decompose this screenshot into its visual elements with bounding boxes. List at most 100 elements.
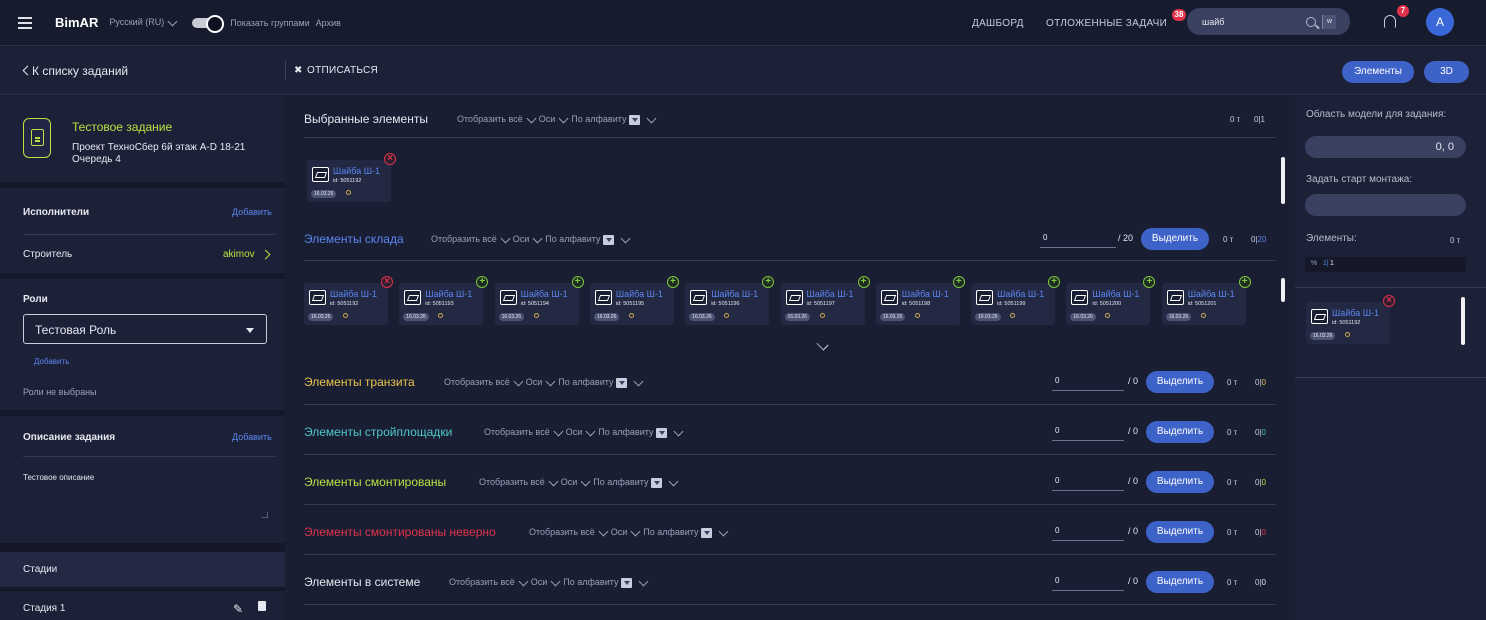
show-all-dropdown[interactable]: Отобразить всё (449, 577, 515, 587)
menu-icon[interactable] (18, 16, 32, 29)
element-card[interactable]: Шайба Ш-1 id: 5051194 16.03.26 + (494, 276, 584, 325)
axes-dropdown[interactable]: Оси (566, 427, 583, 437)
language-select[interactable]: Русский (RU) (109, 16, 180, 28)
element-name[interactable]: Шайба Ш-1 (1092, 289, 1139, 299)
element-card[interactable]: Шайба Ш-1 id: 5051192 16.03.26 × (1306, 295, 1395, 344)
show-all-dropdown[interactable]: Отобразить всё (457, 114, 523, 124)
remove-icon[interactable]: × (1383, 295, 1395, 307)
add-executor-link[interactable]: Добавить (232, 207, 272, 217)
transit-count-input[interactable]: 0 (1055, 376, 1059, 385)
show-all-dropdown[interactable]: Отобразить всё (444, 377, 510, 387)
element-card[interactable]: Шайба Ш-1 id: 5051195 16.03.26 + (589, 276, 679, 325)
element-card[interactable]: Шайба Ш-1 id: 5051196 16.03.26 + (685, 276, 775, 325)
chevron-left-icon[interactable] (22, 65, 33, 76)
element-name[interactable]: Шайба Ш-1 (902, 289, 949, 299)
in_system-count-input[interactable]: 0 (1055, 576, 1059, 585)
sort-dropdown[interactable]: По алфавиту (558, 377, 613, 387)
remove-icon[interactable]: × (381, 276, 393, 288)
in_system-select-button[interactable]: Выделить (1146, 571, 1214, 593)
scrollbar[interactable] (1281, 157, 1285, 204)
element-card[interactable]: Шайба Ш-1 id: 5051199 16.03.26 + (971, 276, 1061, 325)
axes-dropdown[interactable]: Оси (539, 114, 556, 124)
mounted_wrong-count-input[interactable]: 0 (1055, 526, 1059, 535)
element-card[interactable]: Шайба Ш-1 id: 5051197 16.03.26 + (780, 276, 870, 325)
add-icon[interactable]: + (571, 276, 584, 288)
edit-icon[interactable]: ✎ (233, 602, 243, 616)
app-name[interactable]: BimAR (55, 15, 98, 30)
unsubscribe-button[interactable]: ОТПИСАТЬСЯ (307, 65, 378, 76)
add-icon[interactable]: + (1048, 276, 1061, 288)
element-name[interactable]: Шайба Ш-1 (807, 289, 854, 299)
show-all-dropdown[interactable]: Отобразить всё (484, 427, 550, 437)
role-select[interactable]: Тестовая Роль (23, 314, 267, 344)
nav-dashboard[interactable]: ДАШБОРД (972, 18, 1024, 29)
sort-dropdown[interactable]: По алфавиту (571, 114, 626, 124)
sort-checkbox[interactable] (656, 427, 668, 438)
group-toggle[interactable] (192, 14, 225, 33)
sort-dropdown[interactable]: По алфавиту (643, 527, 698, 537)
add-icon[interactable]: + (666, 276, 679, 288)
sort-checkbox[interactable] (603, 234, 615, 245)
sort-checkbox[interactable] (651, 477, 663, 488)
axes-dropdown[interactable]: Оси (561, 477, 578, 487)
scrollbar[interactable] (1281, 278, 1285, 302)
add-icon[interactable]: + (857, 276, 870, 288)
site-count-input[interactable]: 0 (1055, 426, 1059, 435)
element-card[interactable]: Шайба Ш-1 id: 5051201 16.03.26 + (1161, 276, 1251, 325)
avatar[interactable]: A (1426, 8, 1454, 36)
sort-dropdown[interactable]: По алфавиту (563, 577, 618, 587)
show-all-dropdown[interactable]: Отобразить всё (479, 477, 545, 487)
mounted-count-input[interactable]: 0 (1055, 476, 1059, 485)
element-name[interactable]: Шайба Ш-1 (711, 289, 758, 299)
sort-dropdown[interactable]: По алфавиту (593, 477, 648, 487)
mounted-select-button[interactable]: Выделить (1146, 471, 1214, 493)
description-text[interactable]: Тестовое описание (23, 473, 94, 482)
transit-select-button[interactable]: Выделить (1146, 371, 1214, 393)
element-name[interactable]: Шайба Ш-1 (333, 166, 380, 176)
archive-link[interactable]: Архив (316, 18, 341, 28)
axes-dropdown[interactable]: Оси (513, 234, 530, 244)
element-name[interactable]: Шайба Ш-1 (1332, 308, 1379, 318)
sort-dropdown[interactable]: По алфавиту (598, 427, 653, 437)
mounted_wrong-select-button[interactable]: Выделить (1146, 521, 1214, 543)
element-name[interactable]: Шайба Ш-1 (616, 289, 663, 299)
axes-dropdown[interactable]: Оси (531, 577, 548, 587)
element-name[interactable]: Шайба Ш-1 (330, 289, 377, 299)
builder-user-link[interactable]: akimov (223, 249, 255, 260)
element-name[interactable]: Шайба Ш-1 (1188, 289, 1235, 299)
sort-dropdown[interactable]: По алфавиту (545, 234, 600, 244)
element-name[interactable]: Шайба Ш-1 (521, 289, 568, 299)
element-card[interactable]: Шайба Ш-1 id: 5051192 16.03.26 × (304, 276, 393, 325)
element-card[interactable]: Шайба Ш-1 id: 5051198 16.03.26 + (875, 276, 965, 325)
resize-handle-icon[interactable] (262, 512, 268, 518)
model-area-field[interactable]: 0, 0 (1305, 136, 1466, 158)
sort-checkbox[interactable] (701, 527, 713, 538)
nav-postponed-tasks[interactable]: ОТЛОЖЕННЫЕ ЗАДАЧИ (1046, 18, 1167, 29)
site-select-button[interactable]: Выделить (1146, 421, 1214, 443)
add-icon[interactable]: + (952, 276, 965, 288)
axes-dropdown[interactable]: Оси (526, 377, 543, 387)
sort-checkbox[interactable] (616, 377, 628, 388)
element-card[interactable]: Шайба Ш-1 id: 5051200 16.03.26 + (1066, 276, 1156, 325)
search-icon[interactable] (1306, 16, 1316, 27)
element-card[interactable]: Шайба Ш-1 id: 5051192 16.03.26 × (307, 153, 396, 202)
add-icon[interactable]: + (1238, 276, 1251, 288)
add-description-link[interactable]: Добавить (232, 432, 272, 442)
trash-icon[interactable] (258, 601, 266, 611)
remove-icon[interactable]: × (384, 153, 396, 165)
scrollbar[interactable] (1461, 297, 1465, 345)
sort-checkbox[interactable] (629, 114, 641, 125)
3d-button[interactable]: 3D (1424, 61, 1469, 83)
axes-dropdown[interactable]: Оси (611, 527, 628, 537)
element-card[interactable]: Шайба Ш-1 id: 5051193 16.03.26 + (399, 276, 489, 325)
show-all-dropdown[interactable]: Отобразить всё (529, 527, 595, 537)
warehouse-count-input[interactable]: 0 (1043, 233, 1047, 242)
search-input[interactable]: шайб (1202, 17, 1306, 27)
element-name[interactable]: Шайба Ш-1 (997, 289, 1044, 299)
start-mount-field[interactable] (1305, 194, 1466, 216)
sort-checkbox[interactable] (621, 577, 633, 588)
bell-icon[interactable] (1384, 15, 1396, 28)
add-role-link[interactable]: Добавить (34, 357, 69, 366)
elements-button[interactable]: Элементы (1342, 61, 1414, 83)
warehouse-select-button[interactable]: Выделить (1141, 228, 1209, 250)
